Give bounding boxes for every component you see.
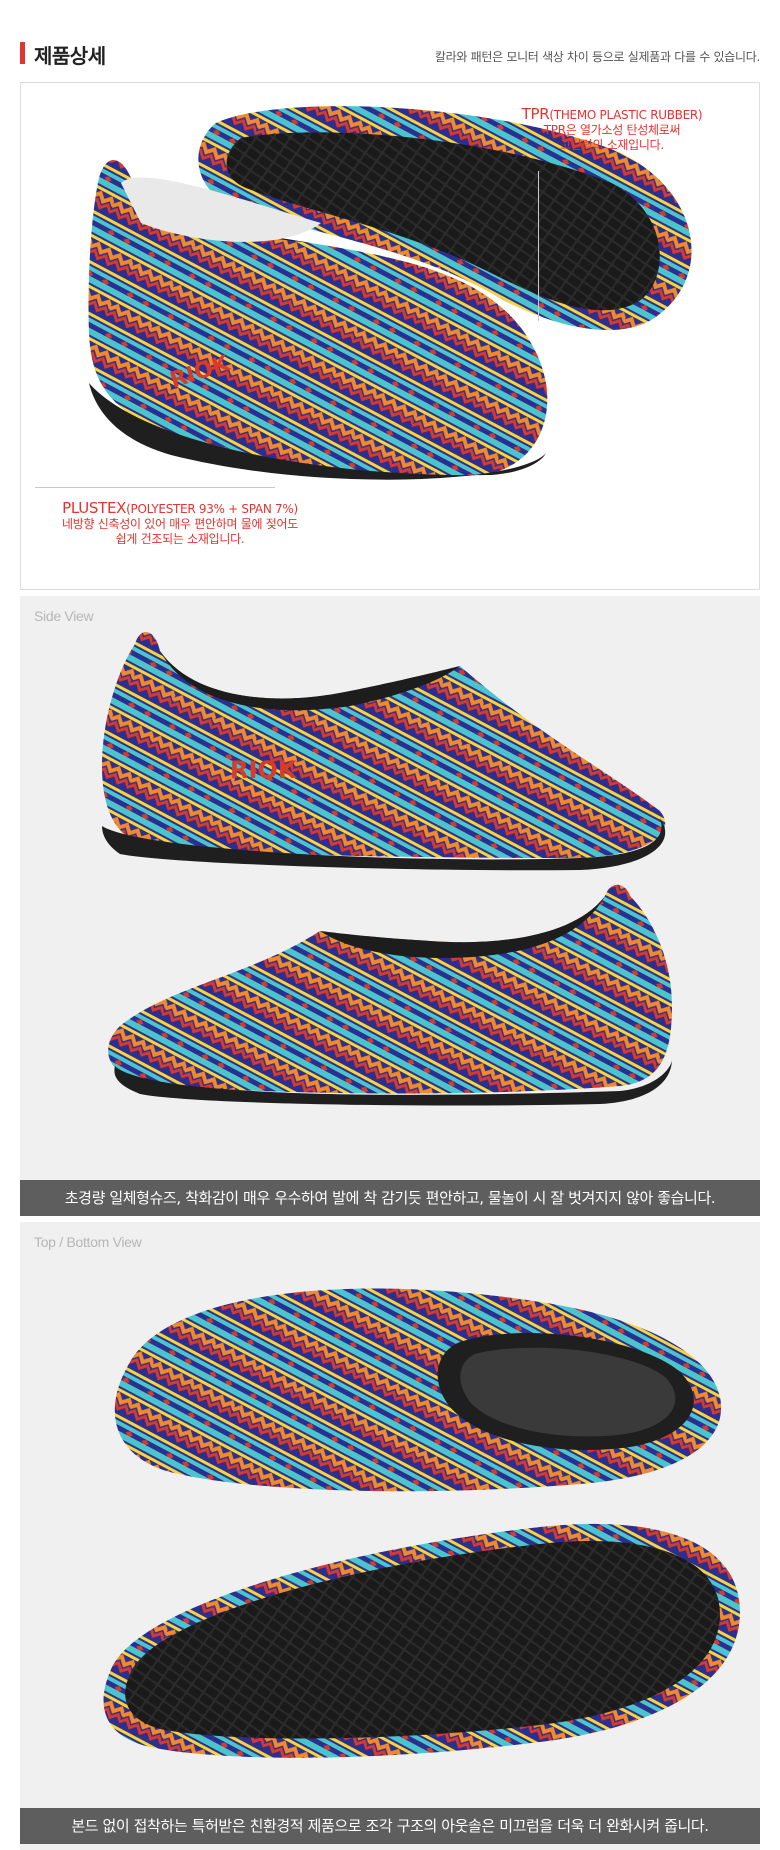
side-view-panel: Side View RIOK [20,596,760,1182]
plustex-annotation: PLUSTEX(POLYESTER 93% + SPAN 7%) 네방향 신축성… [35,501,325,547]
header-accent-bar [20,42,25,64]
section-header: 제품상세 칼라와 패턴은 모니터 색상 차이 등으로 실제품과 다를 수 있습니… [20,38,760,72]
tpr-desc-2: 고탄력의 소재입니다. [560,138,664,152]
plustex-pointer-line [35,487,275,488]
top-bottom-illustration [103,1288,740,1758]
detail-panel: RIOK TPR(THEMO PLASTIC RUBBER) TPR은 열가소성… [20,82,760,590]
plustex-desc-1: 네방향 신축성이 있어 매우 편안하며 물에 젖어도 [62,517,298,531]
tpr-pointer-line [538,171,539,321]
top-shoe [114,1288,722,1492]
tpr-subtitle: (THEMO PLASTIC RUBBER) [549,108,703,122]
plustex-title: PLUSTEX [62,499,127,517]
side-shoe-2 [108,884,673,1106]
color-disclaimer: 칼라와 패턴은 모니터 색상 차이 등으로 실제품과 다를 수 있습니다. [434,50,760,64]
bottom-shoe [103,1523,740,1758]
side-view-caption: 초경량 일체형슈즈, 착화감이 매우 우수하여 발에 착 감기듯 편안하고, 물… [20,1180,760,1216]
tpr-annotation: TPR(THEMO PLASTIC RUBBER) TPR은 열가소성 탄성체로… [497,107,727,153]
side-shoe-1: RIOK [102,631,666,871]
tpr-title: TPR [521,105,550,123]
plustex-subtitle: (POLYESTER 93% + SPAN 7%) [126,502,298,516]
plustex-desc-2: 쉽게 건조되는 소재입니다. [115,532,245,546]
top-bottom-caption: 본드 없이 접착하는 특허받은 친환경적 제품으로 조각 구조의 아웃솔은 미끄… [20,1808,760,1844]
page-title: 제품상세 [34,44,106,68]
tpr-desc-1: TPR은 열가소성 탄성체로써 [543,123,681,137]
top-bottom-view-panel: Top / Bottom View [20,1222,760,1850]
side-view-illustration: RIOK [102,631,673,1106]
svg-text:RIOK: RIOK [230,756,298,784]
